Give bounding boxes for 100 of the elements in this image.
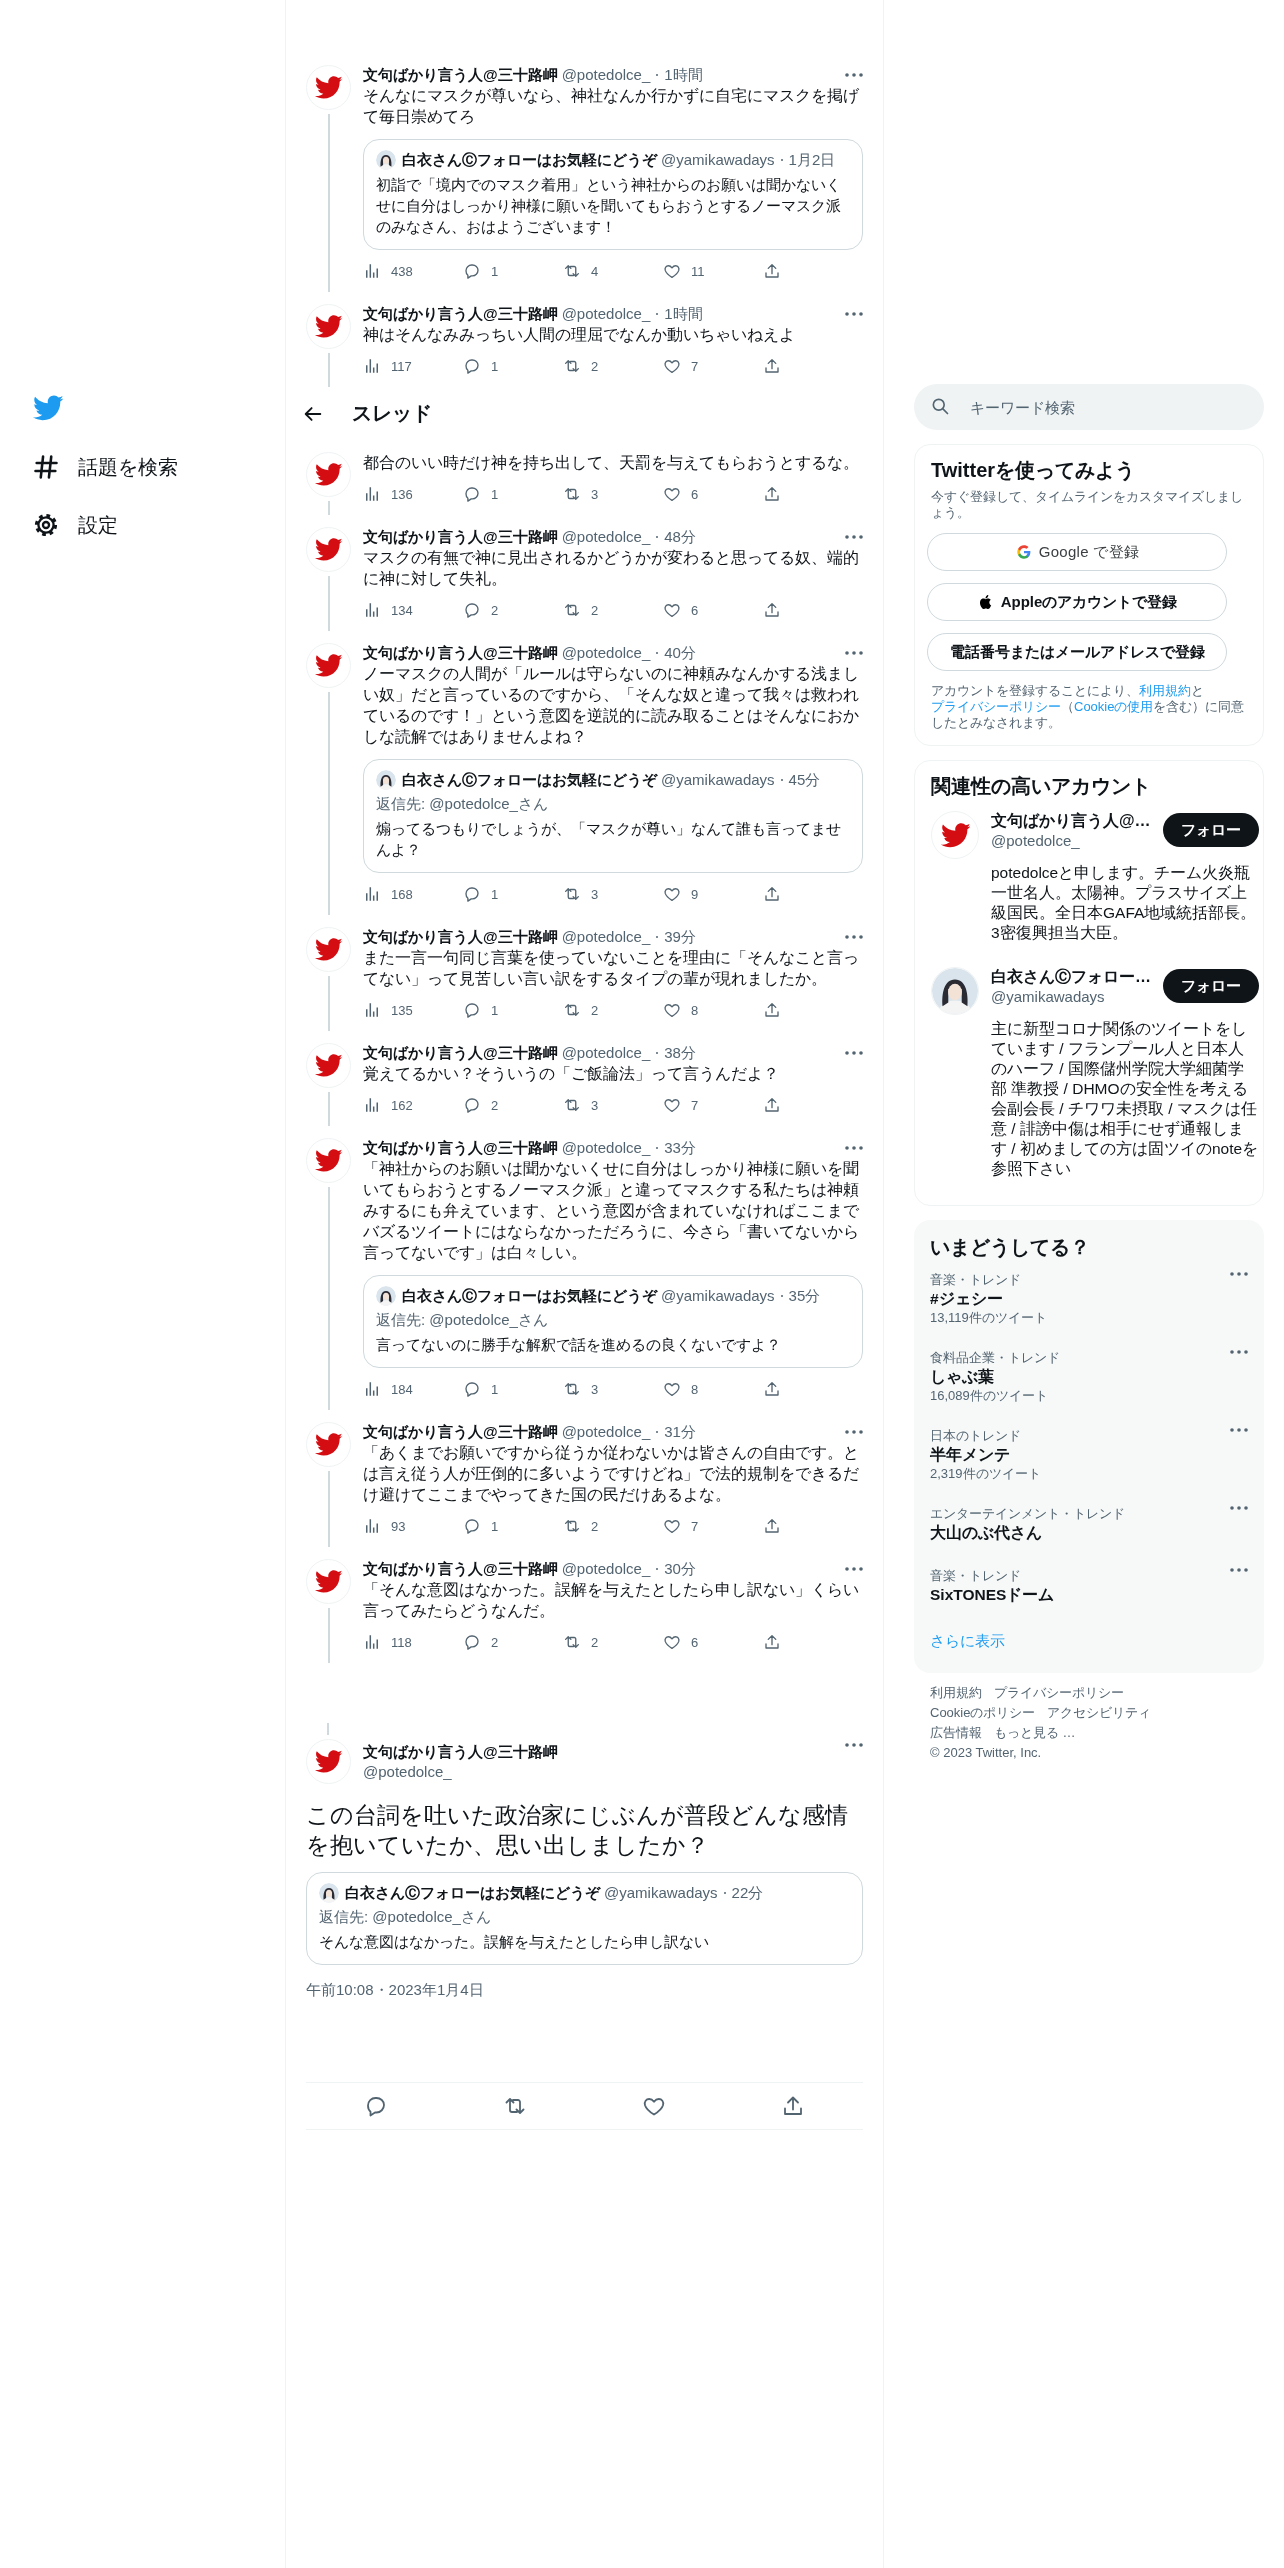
views-button[interactable]: 184 — [363, 1380, 463, 1398]
views-button[interactable]: 162 — [363, 1096, 463, 1114]
like-button[interactable]: 8 — [663, 1380, 763, 1398]
reply-button[interactable]: 1 — [463, 885, 563, 903]
follow-button[interactable]: フォロー — [1163, 969, 1259, 1003]
trend-name[interactable]: 半年メンテ — [930, 1444, 1230, 1466]
retweet-button[interactable]: 3 — [563, 885, 663, 903]
like-button[interactable]: 6 — [663, 485, 763, 503]
views-button[interactable]: 93 — [363, 1517, 463, 1535]
like-button[interactable]: 11 — [663, 262, 763, 280]
footer-link[interactable]: Cookieのポリシー — [930, 1705, 1036, 1721]
share-button[interactable] — [763, 1380, 781, 1398]
author-handle: @potedolce_ — [561, 1138, 651, 1158]
reply-button[interactable]: 1 — [463, 357, 563, 375]
quoted-tweet[interactable]: 白衣さんⒸフォローはお気軽にどうぞ @yamikawadays 22分 返信先: @potedolce_さん そんな意図はなかった。誤解を与えたとしたら申し訳ない — [306, 1872, 863, 1965]
like-button[interactable]: 9 — [663, 885, 763, 903]
footer-link[interactable]: アクセシビリティ — [1047, 1705, 1152, 1721]
search-field[interactable]: キーワード検索 — [914, 384, 1264, 430]
like-button[interactable]: 7 — [663, 1517, 763, 1535]
views-button[interactable]: 118 — [363, 1633, 463, 1651]
more-icon — [1230, 1428, 1248, 1432]
more-button[interactable] — [1230, 1272, 1248, 1276]
copyright-text: © 2023 Twitter, Inc. — [930, 1745, 1042, 1761]
views-button[interactable]: 438 — [363, 262, 463, 280]
retweet-button[interactable]: 3 — [563, 1096, 663, 1114]
quoted-tweet[interactable]: 白衣さんⒸフォローはお気軽にどうぞ @yamikawadays 1月2日 初詣で「境内でのマスク着用」という神社からのお願いは聞かないくせに自分はしっかり神様に願いを聞いてもらおうとするノーマスク派のみなさん、おはようございます！ — [363, 139, 863, 250]
retweet-button[interactable]: 3 — [563, 485, 663, 503]
more-button[interactable] — [845, 1567, 863, 1571]
share-button[interactable] — [763, 485, 781, 503]
more-icon — [845, 535, 863, 539]
trend-name[interactable]: しゃぶ葉 — [930, 1366, 1230, 1388]
avatar — [306, 1043, 351, 1088]
reply-button[interactable]: 2 — [463, 1096, 563, 1114]
nav-item[interactable]: 話題を検索 — [32, 438, 178, 496]
more-button[interactable] — [845, 1146, 863, 1150]
reply-button[interactable]: 1 — [463, 262, 563, 280]
trend-name[interactable]: SixTONESドーム — [930, 1584, 1230, 1606]
like-button[interactable]: 6 — [663, 601, 763, 619]
quoted-tweet[interactable]: 白衣さんⒸフォローはお気軽にどうぞ @yamikawadays 35分 返信先: @potedolce_さん 言ってないのに勝手な解釈で話を進めるの良くないですよ？ — [363, 1275, 863, 1368]
more-button[interactable] — [845, 1430, 863, 1434]
share-button[interactable] — [763, 1517, 781, 1535]
retweet-button[interactable]: 2 — [563, 1517, 663, 1535]
reply-button[interactable]: 1 — [463, 1001, 563, 1019]
reply-button[interactable]: 1 — [463, 1517, 563, 1535]
more-button[interactable] — [845, 1051, 863, 1055]
views-button[interactable]: 117 — [363, 357, 463, 375]
views-button[interactable]: 136 — [363, 485, 463, 503]
more-button[interactable] — [1230, 1428, 1248, 1432]
more-button[interactable] — [1230, 1350, 1248, 1354]
share-button[interactable] — [763, 1001, 781, 1019]
avatar — [376, 150, 396, 170]
share-button[interactable] — [763, 885, 781, 903]
quoted-tweet[interactable]: 白衣さんⒸフォローはお気軽にどうぞ @yamikawadays 45分 返信先: @potedolce_さん 煽ってるつもりでしょうが、「マスクが尊い」なんて誰も言ってませんよ？ — [363, 759, 863, 873]
retweet-button[interactable]: 2 — [563, 1633, 663, 1651]
more-button[interactable] — [1230, 1506, 1248, 1510]
signup-button[interactable]: Google で登録 — [927, 533, 1227, 571]
like-button[interactable]: 7 — [663, 1096, 763, 1114]
retweet-button[interactable]: 3 — [563, 1380, 663, 1398]
share-button[interactable] — [763, 357, 781, 375]
more-button[interactable] — [845, 535, 863, 539]
views-button[interactable]: 168 — [363, 885, 463, 903]
more-button[interactable] — [845, 312, 863, 316]
account-handle: @yamikawadays — [991, 987, 1106, 1007]
trend-name[interactable]: 大山のぶ代さん — [930, 1522, 1230, 1544]
like-button[interactable]: 7 — [663, 357, 763, 375]
reply-button[interactable]: 1 — [463, 1380, 563, 1398]
like-button[interactable]: 8 — [663, 1001, 763, 1019]
share-button[interactable] — [763, 1633, 781, 1651]
views-button[interactable]: 134 — [363, 601, 463, 619]
views-button[interactable]: 135 — [363, 1001, 463, 1019]
share-button[interactable] — [763, 262, 781, 280]
footer-link[interactable]: プライバシーポリシー — [994, 1685, 1124, 1701]
avatar — [306, 1138, 351, 1183]
tweet-time: 33分 — [664, 1138, 696, 1158]
share-button[interactable] — [763, 1096, 781, 1114]
more-button[interactable] — [845, 651, 863, 655]
trend-name[interactable]: #ジェシー — [930, 1288, 1230, 1310]
nav-item[interactable]: 設定 — [32, 496, 118, 554]
like-button[interactable]: 6 — [663, 1633, 763, 1651]
more-button[interactable] — [1230, 1568, 1248, 1572]
more-button[interactable] — [845, 935, 863, 939]
reply-button[interactable]: 2 — [463, 1633, 563, 1651]
retweet-button[interactable]: 2 — [563, 1001, 663, 1019]
retweet-button[interactable]: 2 — [563, 601, 663, 619]
retweet-button[interactable]: 2 — [563, 357, 663, 375]
more-button[interactable] — [845, 1743, 863, 1747]
retweet-button[interactable]: 4 — [563, 262, 663, 280]
share-button[interactable] — [763, 601, 781, 619]
signup-button[interactable]: Appleのアカウントで登録 — [927, 583, 1227, 621]
reply-button[interactable]: 2 — [463, 601, 563, 619]
footer-link[interactable]: 広告情報 — [930, 1725, 982, 1741]
signup-button[interactable]: 電話番号またはメールアドレスで登録 — [927, 633, 1227, 671]
reply-button[interactable]: 1 — [463, 485, 563, 503]
footer-link[interactable]: もっと見る … — [994, 1725, 1076, 1741]
footer-link[interactable]: 利用規約 — [930, 1685, 982, 1701]
share-icon — [763, 357, 781, 375]
share-icon — [763, 885, 781, 903]
follow-button[interactable]: フォロー — [1162, 813, 1259, 847]
more-button[interactable] — [845, 73, 863, 77]
account-handle: @potedolce_ — [991, 831, 1081, 851]
